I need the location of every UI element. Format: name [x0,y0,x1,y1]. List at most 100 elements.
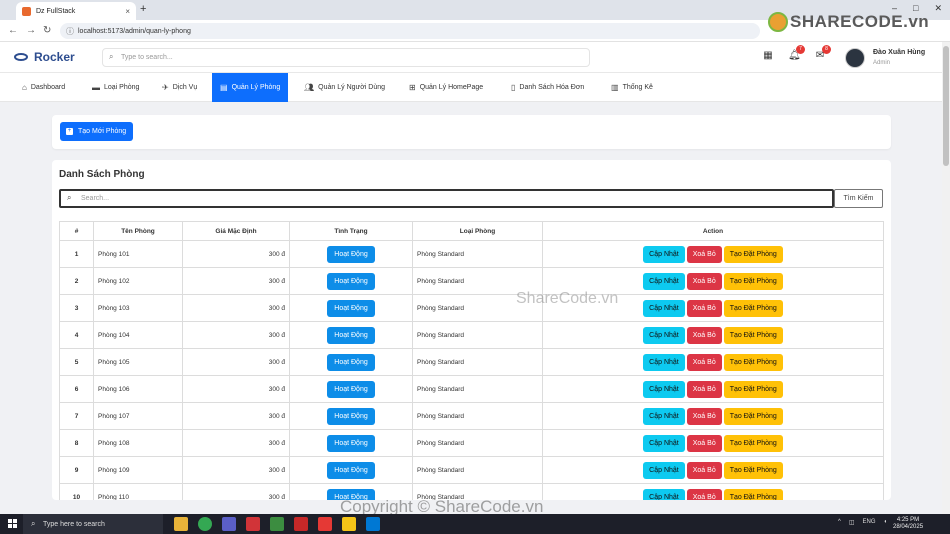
delete-button[interactable]: Xoá Bỏ [686,407,722,425]
logo-icon [14,53,28,61]
watermark-middle: ShareCode.vn [516,290,619,307]
teams-icon[interactable] [222,517,236,531]
forward-icon[interactable]: → [26,25,36,36]
update-button[interactable]: Cập Nhật [643,380,685,398]
app-icon[interactable] [246,517,260,531]
delete-button[interactable]: Xoá Bỏ [686,245,722,263]
update-button[interactable]: Cập Nhật [643,353,685,371]
reload-icon[interactable]: ↻ [43,25,51,36]
status-cell: Hoạt Động [289,456,413,484]
apps-grid-icon[interactable]: ▦ [762,50,774,62]
delete-button[interactable]: Xoá Bỏ [686,353,722,371]
table-search-placeholder: Search... [81,195,110,202]
status-button[interactable]: Hoạt Động [327,380,375,398]
create-room-button[interactable]: + Tạo Mới Phòng [60,122,134,141]
menu-loai-phong[interactable]: ▬ Loại Phòng [92,73,139,102]
update-button[interactable]: Cập Nhật [643,272,685,290]
status-button[interactable]: Hoạt Động [327,434,375,452]
delete-button[interactable]: Xoá Bỏ [686,461,722,479]
table-search-input[interactable]: ⌕ Search... [59,189,834,208]
taskbar-search[interactable]: ⌕ Type here to search [23,514,163,534]
top-search-input[interactable]: ⌕ Type to search... [102,48,590,67]
close-window-icon[interactable]: ✕ [934,3,942,14]
col-number: # [59,221,94,241]
windows-start-icon[interactable] [8,519,18,529]
col-action: Action [542,221,884,241]
delete-button[interactable]: Xoá Bỏ [686,434,722,452]
vscode-icon[interactable] [366,517,380,531]
new-tab-icon[interactable]: + [140,3,146,15]
back-icon[interactable]: ← [8,25,18,36]
message-icon[interactable]: ✉ 8 [814,45,831,62]
scrollbar-thumb[interactable] [943,46,949,166]
status-button[interactable]: Hoạt Động [327,326,375,344]
status-button[interactable]: Hoạt Động [327,245,375,263]
update-button[interactable]: Cập Nhật [643,461,685,479]
room-price: 300 đ [182,267,290,295]
menu-danh-sach-hoa-don[interactable]: ▯ Danh Sách Hóa Đơn [511,73,584,102]
status-button[interactable]: Hoạt Động [327,407,375,425]
avatar[interactable] [845,48,865,68]
chrome-icon[interactable] [198,517,212,531]
room-name: Phòng 108 [93,429,183,457]
delete-button[interactable]: Xoá Bỏ [686,272,722,290]
app-icon[interactable] [270,517,284,531]
action-cell: Cập Nhật Xoá Bỏ Tạo Đặt Phòng [542,456,884,484]
room-type: Phòng Standard [412,321,543,349]
recorder-icon[interactable] [294,517,308,531]
network-icon[interactable]: ◫ [849,519,855,526]
menu-quan-ly-nguoi-dung[interactable]: 👥︎ Quản Lý Người Dùng [304,73,385,102]
update-button[interactable]: Cập Nhật [643,299,685,317]
room-name: Phòng 109 [93,456,183,484]
chevron-up-icon[interactable]: ^ [838,519,841,526]
book-room-button[interactable]: Tạo Đặt Phòng [723,461,783,479]
delete-button[interactable]: Xoá Bỏ [686,380,722,398]
update-button[interactable]: Cập Nhật [643,488,685,500]
status-button[interactable]: Hoạt Động [327,353,375,371]
page-scrollbar[interactable] [942,42,950,514]
plus-icon: + [66,128,73,135]
clock[interactable]: 4:25 PM 28/04/2025 [893,517,923,531]
url-field[interactable]: ⓘ localhost:5173/admin/quan-ly-phong [60,23,760,39]
action-cell: Cập Nhật Xoá Bỏ Tạo Đặt Phòng [542,240,884,268]
update-button[interactable]: Cập Nhật [643,245,685,263]
language-indicator[interactable]: ENG [863,519,876,526]
user-name[interactable]: Đào Xuân Hùng [873,49,925,56]
browser-tab[interactable]: Dz FullStack × [16,2,136,20]
menu-dich-vu[interactable]: ✈ Dịch Vụ [162,73,197,102]
book-room-button[interactable]: Tạo Đặt Phòng [723,245,783,263]
book-room-button[interactable]: Tạo Đặt Phòng [723,407,783,425]
book-room-button[interactable]: Tạo Đặt Phòng [723,299,783,317]
book-room-button[interactable]: Tạo Đặt Phòng [723,326,783,344]
menu-dashboard[interactable]: ⌂ Dashboard [22,73,65,102]
file-explorer-icon[interactable] [174,517,188,531]
update-button[interactable]: Cập Nhật [643,326,685,344]
book-room-button[interactable]: Tạo Đặt Phòng [723,434,783,452]
menu-quan-ly-phong[interactable]: ▤ Quản Lý Phòng [212,73,289,102]
status-button[interactable]: Hoạt Động [327,299,375,317]
site-info-icon[interactable]: ⓘ [66,26,74,37]
update-button[interactable]: Cập Nhật [643,407,685,425]
delete-button[interactable]: Xoá Bỏ [686,299,722,317]
menu-thong-ke[interactable]: ▥ Thống Kê [611,73,653,102]
book-room-button[interactable]: Tạo Đặt Phòng [723,353,783,371]
status-button[interactable]: Hoạt Động [327,272,375,290]
row-number: 3 [59,294,94,322]
search-button[interactable]: Tìm Kiếm [834,189,883,208]
book-room-button[interactable]: Tạo Đặt Phòng [723,380,783,398]
room-name: Phòng 102 [93,267,183,295]
delete-button[interactable]: Xoá Bỏ [686,326,722,344]
delete-button[interactable]: Xoá Bỏ [686,488,722,500]
app-icon[interactable] [342,517,356,531]
book-room-button[interactable]: Tạo Đặt Phòng [723,272,783,290]
create-room-label: Tạo Mới Phòng [78,128,127,135]
volume-icon[interactable]: ◖ [884,519,888,526]
close-tab-icon[interactable]: × [125,7,130,16]
menu-quan-ly-homepage[interactable]: ⊞ Quản Lý HomePage [409,73,483,102]
status-button[interactable]: Hoạt Động [327,461,375,479]
book-room-button[interactable]: Tạo Đặt Phòng [723,488,783,500]
video-icon[interactable] [318,517,332,531]
logo[interactable]: Rocker [14,50,75,64]
bell-icon[interactable]: 🔔︎ 7 [788,45,805,62]
update-button[interactable]: Cập Nhật [643,434,685,452]
